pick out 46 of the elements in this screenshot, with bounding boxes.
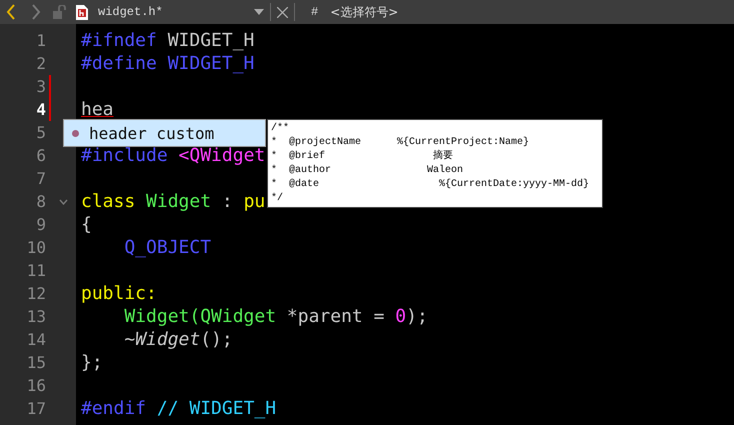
code-line: { — [81, 214, 92, 235]
line-number: 9 — [35, 215, 46, 234]
line-number: 4 — [35, 100, 46, 119]
line-number: 16 — [26, 376, 46, 395]
line-number: 1 — [35, 31, 46, 50]
line-number: 15 — [26, 353, 46, 372]
forward-icon[interactable] — [31, 4, 41, 20]
code-line: class Widget : pu — [81, 191, 266, 212]
snippet-icon — [72, 130, 79, 136]
file-icon — [76, 4, 88, 20]
symbol-hash: # — [311, 5, 318, 19]
line-number: 7 — [35, 169, 46, 188]
preview-line: * @date %{CurrentDate:yyyy-MM-dd} — [271, 178, 590, 192]
line-number: 8 — [35, 192, 46, 211]
code-line: ~Widget(); — [123, 329, 233, 350]
line-number: 6 — [35, 146, 46, 165]
symbol-selector[interactable]: <选择符号> — [330, 4, 398, 20]
line-number: 10 — [26, 238, 46, 257]
preview-line: * @projectName %{CurrentProject:Name} — [271, 136, 530, 150]
file-name[interactable]: widget.h* — [98, 5, 250, 19]
line-number: 3 — [35, 77, 46, 96]
fold-icon[interactable] — [59, 198, 68, 204]
code-line: public: — [81, 283, 157, 304]
line-number: 14 — [26, 330, 46, 349]
preview-line: /** — [271, 122, 290, 136]
line-number: 13 — [26, 307, 46, 326]
line-number: 17 — [26, 399, 46, 418]
line-number: 11 — [26, 261, 46, 280]
code-line: #endif // WIDGET_H — [81, 398, 276, 419]
code-line: #define WIDGET_H — [81, 53, 254, 74]
back-icon[interactable] — [6, 4, 16, 20]
code-line: Q_OBJECT — [123, 237, 212, 258]
completion-item[interactable]: header custom — [63, 119, 266, 147]
dropdown-icon[interactable] — [254, 9, 264, 15]
line-number: 5 — [35, 123, 46, 142]
code-line: #ifndef WIDGET_H — [81, 30, 254, 51]
code-line: }; — [81, 352, 103, 373]
preview-line: * @brief 摘要 — [271, 150, 454, 164]
code-line: hea — [81, 99, 114, 120]
line-number: 2 — [35, 54, 46, 73]
line-number: 12 — [26, 284, 46, 303]
preview-line: */ — [271, 192, 284, 206]
preview-line: * @author Waleon — [271, 164, 464, 178]
code-line: Widget(QWidget *parent = 0); — [123, 306, 428, 327]
code-line: #include <QWidget — [81, 145, 266, 166]
close-icon[interactable] — [277, 6, 288, 18]
